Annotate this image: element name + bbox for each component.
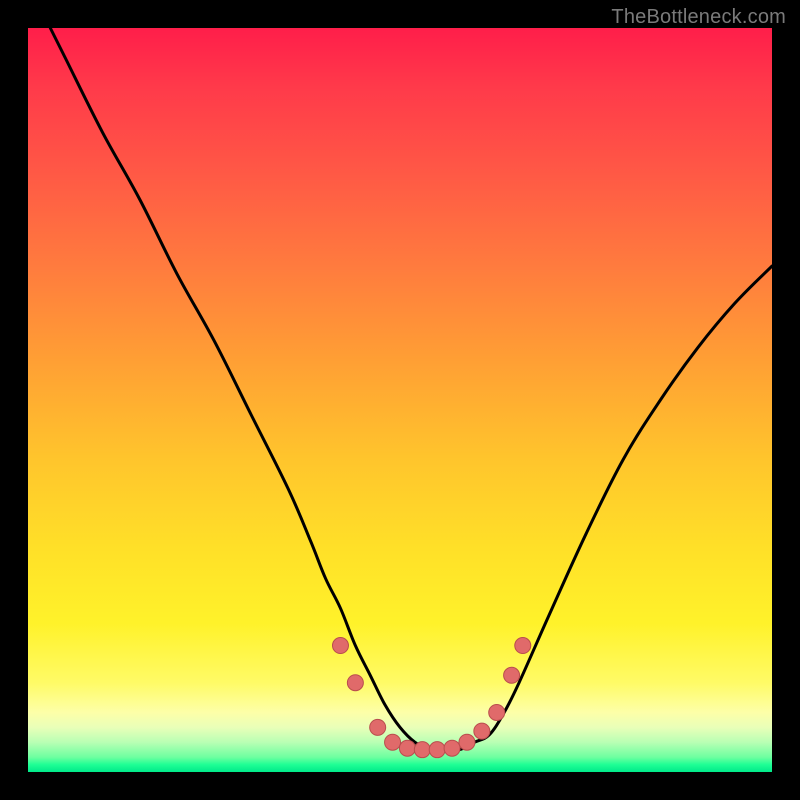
curve-marker [414,742,430,758]
curve-path [50,28,772,750]
curve-marker [347,675,363,691]
curve-marker [332,638,348,654]
watermark-text: TheBottleneck.com [611,6,786,29]
curve-marker [504,667,520,683]
curve-marker [444,740,460,756]
curve-markers [332,638,530,758]
bottleneck-curve [28,28,772,772]
plot-area [28,28,772,772]
curve-marker [429,742,445,758]
curve-marker [459,734,475,750]
curve-marker [399,740,415,756]
curve-marker [370,719,386,735]
curve-marker [474,723,490,739]
chart-frame: TheBottleneck.com [0,0,800,800]
curve-marker [489,704,505,720]
curve-marker [385,734,401,750]
curve-marker [515,638,531,654]
